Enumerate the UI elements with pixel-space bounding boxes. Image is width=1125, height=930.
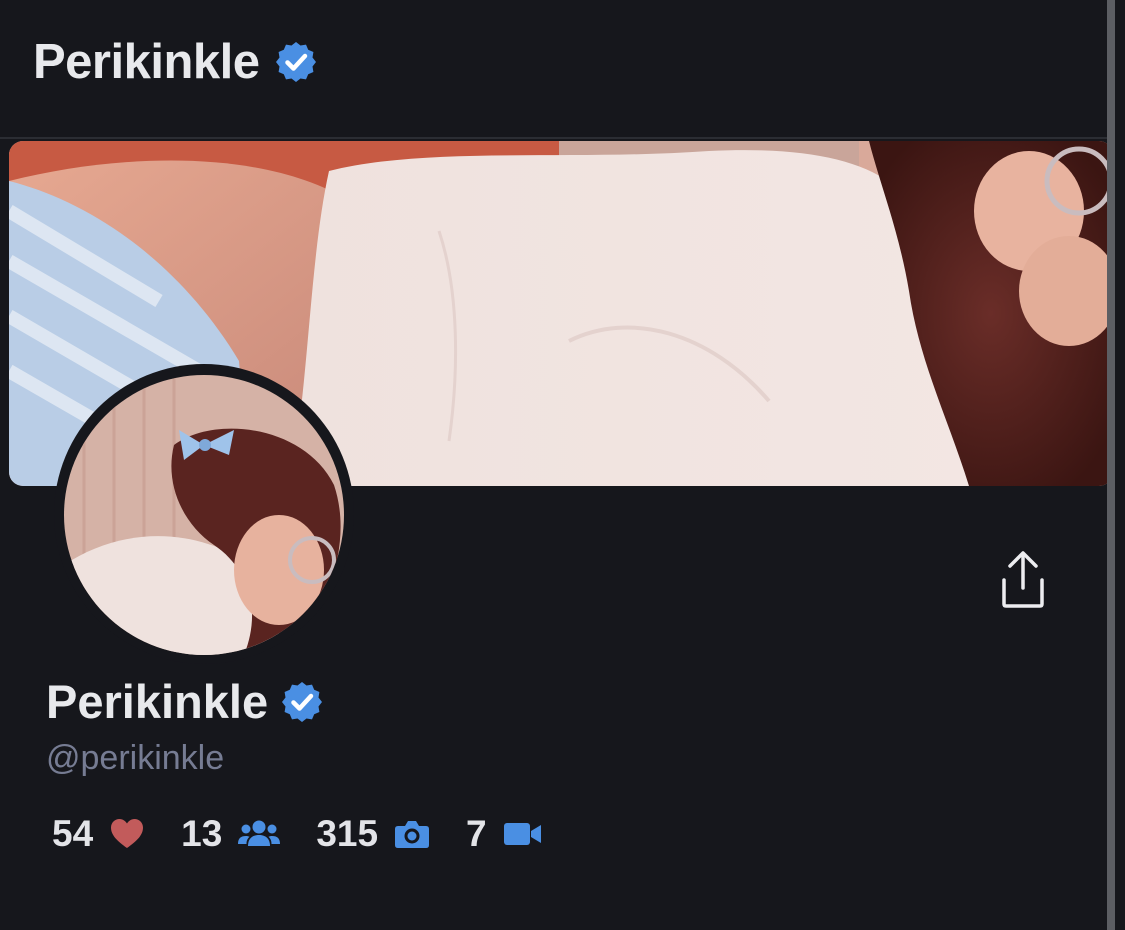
camera-icon <box>395 821 430 848</box>
share-icon <box>1002 551 1044 608</box>
stat-photos[interactable]: 315 <box>316 812 430 856</box>
heart-icon <box>111 819 144 848</box>
stat-likes[interactable]: 54 <box>52 812 145 856</box>
profile-display-name: Perikinkle <box>46 675 269 728</box>
verified-badge-icon <box>275 42 316 82</box>
top-bar-name: Perikinkle <box>33 35 260 89</box>
stat-photos-count: 315 <box>316 813 379 854</box>
avatar[interactable] <box>64 375 344 655</box>
profile-page: Perikinkle Perikinkle @perikinkle 54 13 … <box>0 0 1125 930</box>
stat-videos-count: 7 <box>466 813 487 854</box>
users-icon <box>238 820 281 846</box>
verified-badge-icon <box>282 682 323 722</box>
top-bar: Perikinkle <box>0 0 1107 139</box>
profile-name-row: Perikinkle <box>46 672 324 732</box>
stat-subscribers[interactable]: 13 <box>181 812 281 856</box>
stat-videos[interactable]: 7 <box>466 812 543 856</box>
profile-handle: @perikinkle <box>46 739 225 777</box>
video-icon <box>503 823 541 845</box>
avatar-image <box>64 375 344 655</box>
stat-subscribers-count: 13 <box>181 813 223 854</box>
scrollbar[interactable] <box>1107 0 1115 930</box>
top-bar-title: Perikinkle <box>33 32 318 92</box>
share-button[interactable] <box>992 548 1054 614</box>
stat-likes-count: 54 <box>52 813 94 854</box>
scrollbar-gutter <box>1115 0 1125 930</box>
profile-stats: 54 13 315 7 <box>52 812 579 856</box>
